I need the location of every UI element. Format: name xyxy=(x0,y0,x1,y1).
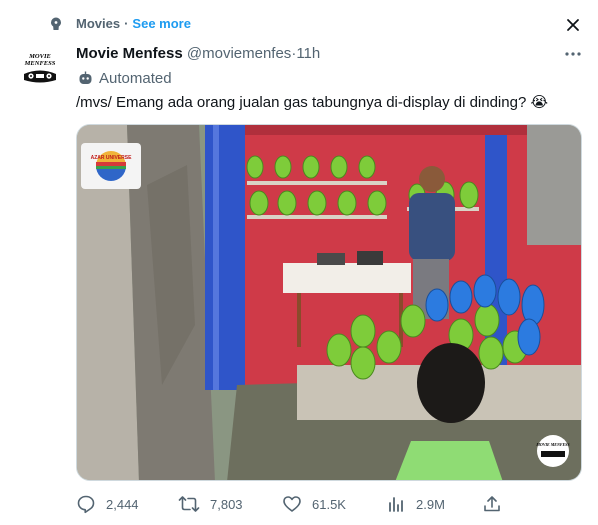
author-name[interactable]: Movie Menfess xyxy=(76,45,183,62)
more-icon xyxy=(565,52,581,56)
topic-icon xyxy=(48,16,64,32)
tweet-time[interactable]: 11h xyxy=(296,45,320,62)
views-count: 2.9M xyxy=(416,496,445,512)
tweet-image[interactable]: AZAR UNIVERSE MOVIE MENFESS xyxy=(76,124,582,481)
reply-icon xyxy=(77,495,95,514)
context-bar: Movies · See more xyxy=(76,16,191,31)
author-handle[interactable]: @moviemenfes xyxy=(187,45,291,62)
automated-badge: Automated xyxy=(78,69,172,88)
repost-count: 7,803 xyxy=(210,496,243,512)
share-icon xyxy=(484,496,500,512)
bot-icon xyxy=(79,71,92,84)
repost-icon xyxy=(178,496,200,512)
close-button[interactable] xyxy=(560,12,586,38)
views-icon xyxy=(389,497,403,512)
like-button[interactable]: 61.5K xyxy=(282,492,346,516)
heart-icon xyxy=(283,496,301,512)
svg-text:AZAR UNIVERSE: AZAR UNIVERSE xyxy=(91,155,133,161)
views-button[interactable]: 2.9M xyxy=(386,492,445,516)
channel-logo: AZAR UNIVERSE xyxy=(81,143,141,189)
svg-text:MOVIE: MOVIE xyxy=(28,53,51,60)
avatar[interactable]: MOVIE MENFESS xyxy=(18,46,62,90)
topic-label[interactable]: Movies xyxy=(76,16,120,31)
reply-button[interactable]: 2,444 xyxy=(76,492,139,516)
tweet-text: /mvs/ Emang ada orang jualan gas tabungn… xyxy=(76,94,548,111)
share-button[interactable] xyxy=(482,492,502,516)
svg-text:MOVIE MENFESS: MOVIE MENFESS xyxy=(535,442,570,447)
close-icon xyxy=(567,19,579,31)
automated-label: Automated xyxy=(99,70,172,87)
svg-text:MENFESS: MENFESS xyxy=(24,60,56,67)
more-options-button[interactable] xyxy=(560,44,586,64)
like-count: 61.5K xyxy=(312,496,346,512)
tweet-header: Movie Menfess @moviemenfes·11h xyxy=(76,45,321,62)
see-more-link[interactable]: See more xyxy=(132,16,191,31)
repost-button[interactable]: 7,803 xyxy=(178,492,243,516)
reply-count: 2,444 xyxy=(106,496,139,512)
action-bar: 2,444 7,803 61.5K 2.9M xyxy=(76,492,586,516)
